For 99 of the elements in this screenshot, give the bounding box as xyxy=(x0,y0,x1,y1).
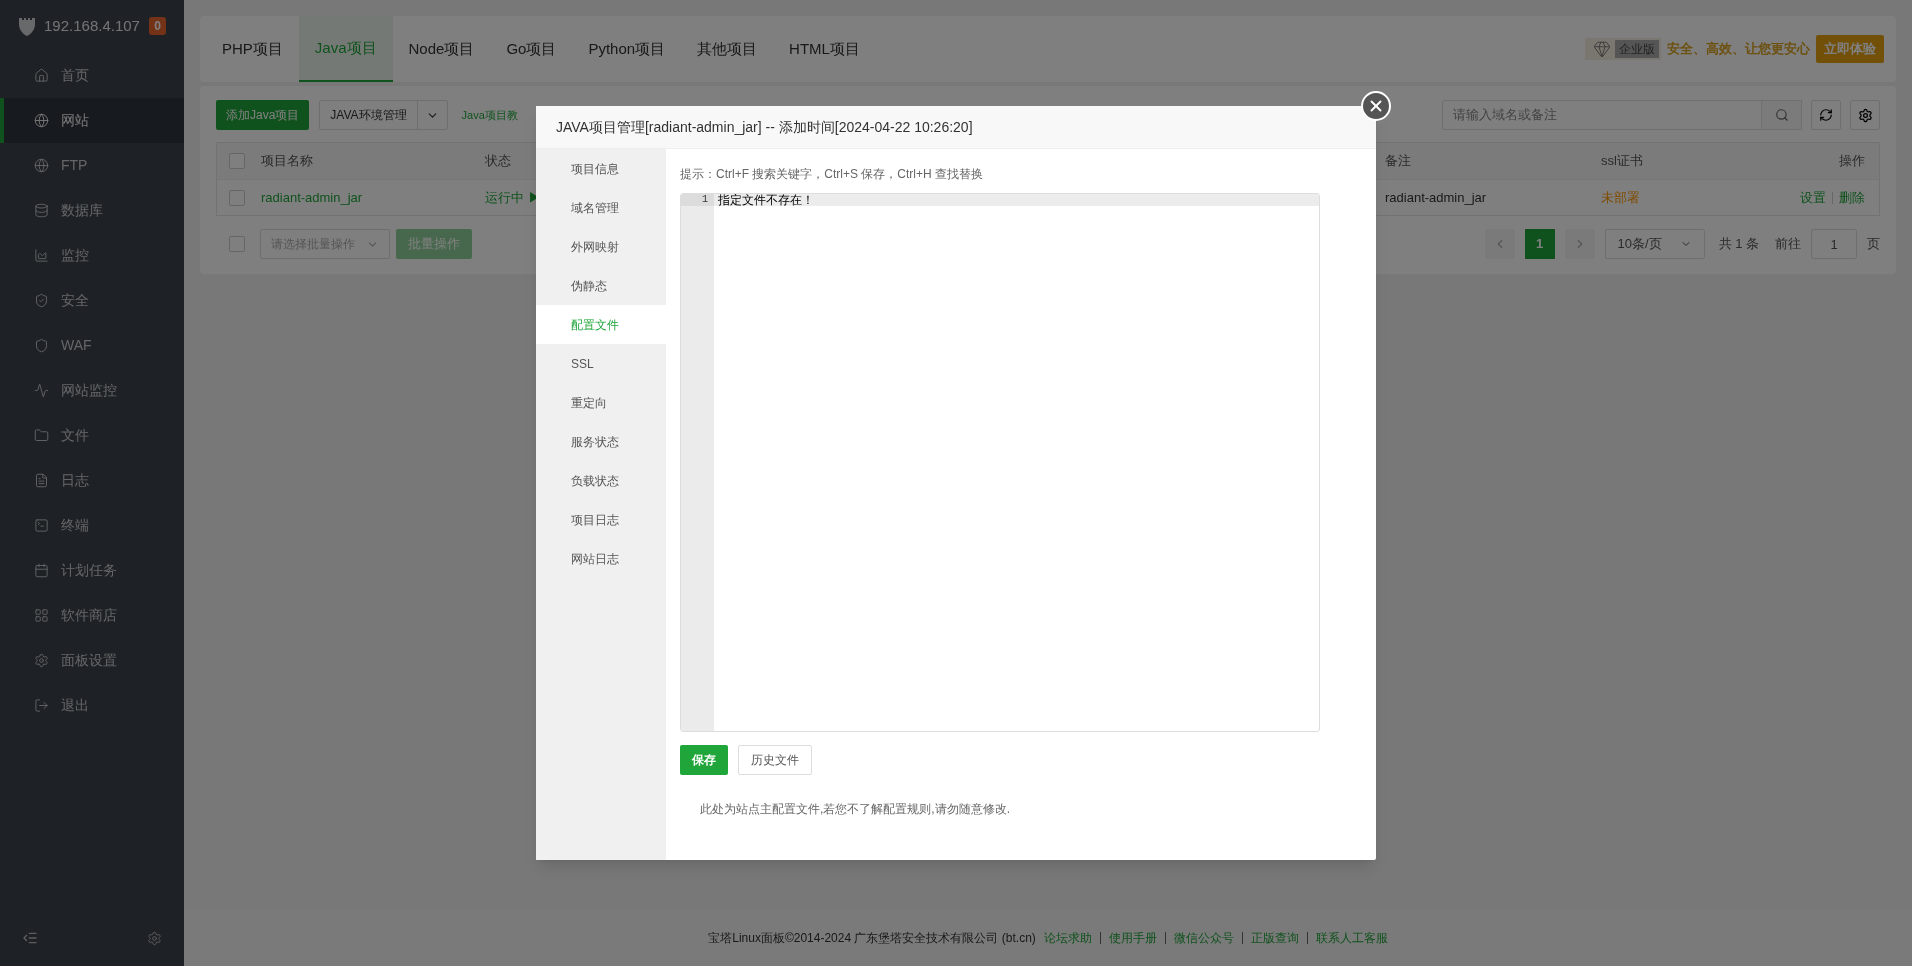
refresh-icon xyxy=(1819,108,1833,122)
footer-link[interactable]: 微信公众号 xyxy=(1173,929,1234,947)
sidebar-item[interactable]: 文件 xyxy=(0,413,184,458)
sidebar-item[interactable]: 网站 xyxy=(0,98,184,143)
checkbox[interactable] xyxy=(229,153,245,169)
save-button[interactable]: 保存 xyxy=(680,745,728,775)
total-count: 共 1 条 xyxy=(1718,235,1759,254)
page-button[interactable]: 1 xyxy=(1524,229,1555,259)
dialog-menu-item[interactable]: 伪静态 xyxy=(536,266,666,305)
next-page-button[interactable] xyxy=(1564,229,1595,259)
dialog-menu-item[interactable]: 负载状态 xyxy=(536,461,666,500)
dialog-menu-item[interactable]: 项目日志 xyxy=(536,500,666,539)
project-tab[interactable]: Java项目 xyxy=(298,16,393,82)
dialog-menu-item[interactable]: 项目信息 xyxy=(536,149,666,188)
sidebar-item[interactable]: 监控 xyxy=(0,233,184,278)
project-tab[interactable]: Node项目 xyxy=(392,16,491,82)
goto-label: 前往 xyxy=(1775,235,1801,254)
sidebar-item[interactable]: 日志 xyxy=(0,458,184,503)
checkbox[interactable] xyxy=(229,236,245,252)
logout-icon xyxy=(34,698,49,713)
page-size-select[interactable]: 10条/页 xyxy=(1604,229,1705,259)
sidebar-item[interactable]: 退出 xyxy=(0,683,184,728)
dialog-menu-item[interactable]: 重定向 xyxy=(536,383,666,422)
config-note: 此处为站点主配置文件,若您不了解配置规则,请勿随意修改. xyxy=(700,801,1011,818)
castle-logo-icon xyxy=(18,16,36,36)
folder-icon xyxy=(34,428,49,443)
sidebar-item[interactable]: 软件商店 xyxy=(0,593,184,638)
project-tab[interactable]: Python项目 xyxy=(572,16,682,82)
project-tab[interactable]: HTML项目 xyxy=(773,16,876,82)
dialog-menu-item[interactable]: 网站日志 xyxy=(536,539,666,578)
footer-link[interactable]: 论坛求助 xyxy=(1043,929,1092,947)
sidebar-item[interactable]: 数据库 xyxy=(0,188,184,233)
shortcut-hint: 提示：Ctrl+F 搜索关键字，Ctrl+S 保存，Ctrl+H 查找替换 xyxy=(680,166,984,183)
shield-check-icon xyxy=(34,293,49,308)
sidebar-item[interactable]: 计划任务 xyxy=(0,548,184,593)
project-tab[interactable]: 其他项目 xyxy=(681,16,774,82)
footer-link[interactable]: 使用手册 xyxy=(1108,929,1157,947)
previous-page-button[interactable] xyxy=(1484,229,1515,259)
table-cell-text: radiant-admin_jar xyxy=(1385,188,1488,207)
history-button[interactable]: 历史文件 xyxy=(738,745,812,775)
collapse-menu-icon[interactable] xyxy=(22,930,38,946)
globe-icon xyxy=(34,158,49,173)
column-header: ssl证书 xyxy=(1601,152,1643,171)
tutorial-link[interactable]: Java项目教 xyxy=(461,106,518,124)
notification-count[interactable]: 0 xyxy=(149,17,166,35)
project-tab[interactable]: PHP项目 xyxy=(206,16,299,82)
checkbox[interactable] xyxy=(229,189,245,206)
action-link[interactable]: 设置 xyxy=(1800,187,1826,208)
footer-link[interactable]: 联系人工客服 xyxy=(1315,929,1388,947)
sidebar-item[interactable]: WAF xyxy=(0,323,184,368)
sidebar-item[interactable]: 面板设置 xyxy=(0,638,184,683)
dialog-menu-item[interactable]: 配置文件 xyxy=(536,305,666,344)
calendar-icon xyxy=(34,563,49,578)
dialog-menu-item[interactable]: 外网映射 xyxy=(536,227,666,266)
project-tab[interactable]: Go项目 xyxy=(490,16,573,82)
page-suffix: 页 xyxy=(1867,235,1880,254)
column-header: 状态 xyxy=(485,152,511,171)
footer-link[interactable]: 正版查询 xyxy=(1250,929,1299,947)
settings-icon[interactable] xyxy=(147,930,162,946)
column-header: 备注 xyxy=(1385,152,1411,171)
server-address: 192.168.4.107 xyxy=(44,15,140,36)
diamond-icon xyxy=(1593,40,1611,58)
dialog-menu-item[interactable]: 域名管理 xyxy=(536,188,666,227)
gear-icon xyxy=(1857,107,1873,123)
action-link[interactable]: 删除 xyxy=(1839,187,1865,208)
line-number: 1 xyxy=(681,194,714,206)
shield-icon xyxy=(34,338,49,353)
column-header: 项目名称 xyxy=(261,152,313,171)
goto-page-field[interactable]: 1 xyxy=(1811,229,1857,259)
add-project-button[interactable]: 添加Java项目 xyxy=(216,100,310,130)
refresh-button[interactable] xyxy=(1811,100,1841,130)
terminal-icon xyxy=(34,518,49,533)
sidebar-item[interactable]: 网站监控 xyxy=(0,368,184,413)
dialog-title: JAVA项目管理[radiant-admin_jar] -- 添加时间[2024-04-22 10:26:20] xyxy=(556,117,973,137)
dialog-menu-item[interactable]: SSL xyxy=(536,344,666,383)
sidebar-item[interactable]: 首页 xyxy=(0,53,184,98)
dialog-menu-item[interactable]: 服务状态 xyxy=(536,422,666,461)
database-icon xyxy=(34,203,49,218)
search-icon xyxy=(1774,108,1789,122)
chart-icon xyxy=(34,248,49,263)
settings-button[interactable] xyxy=(1850,100,1880,130)
project-name-link[interactable]: radiant-admin_jar xyxy=(261,187,485,208)
column-header: 操作 xyxy=(1839,152,1865,171)
sidebar-item[interactable]: 安全 xyxy=(0,278,184,323)
grid-icon xyxy=(34,608,49,623)
sidebar-item[interactable]: FTP xyxy=(0,143,184,188)
document-icon xyxy=(34,473,49,488)
home-icon xyxy=(34,68,49,83)
ssl-status-link[interactable]: 未部署 xyxy=(1601,187,1779,208)
gear-icon xyxy=(34,653,49,668)
search-button[interactable] xyxy=(1762,100,1802,130)
copyright-text: 宝塔Linux面板©2014-2024 广东堡塔安全技术有限公司 (bt.cn) xyxy=(708,930,1036,947)
try-now-button[interactable]: 立即体验 xyxy=(1816,35,1884,63)
globe-icon xyxy=(34,113,49,128)
sidebar-item[interactable]: 终端 xyxy=(0,503,184,548)
env-select[interactable]: JAVA环境管理 xyxy=(319,100,448,130)
code-editor[interactable]: 1 指定文件不存在！ xyxy=(680,193,1320,732)
promo-slogan: 安全、高效、让您更安心 xyxy=(1667,40,1810,59)
pulse-icon xyxy=(34,383,49,398)
